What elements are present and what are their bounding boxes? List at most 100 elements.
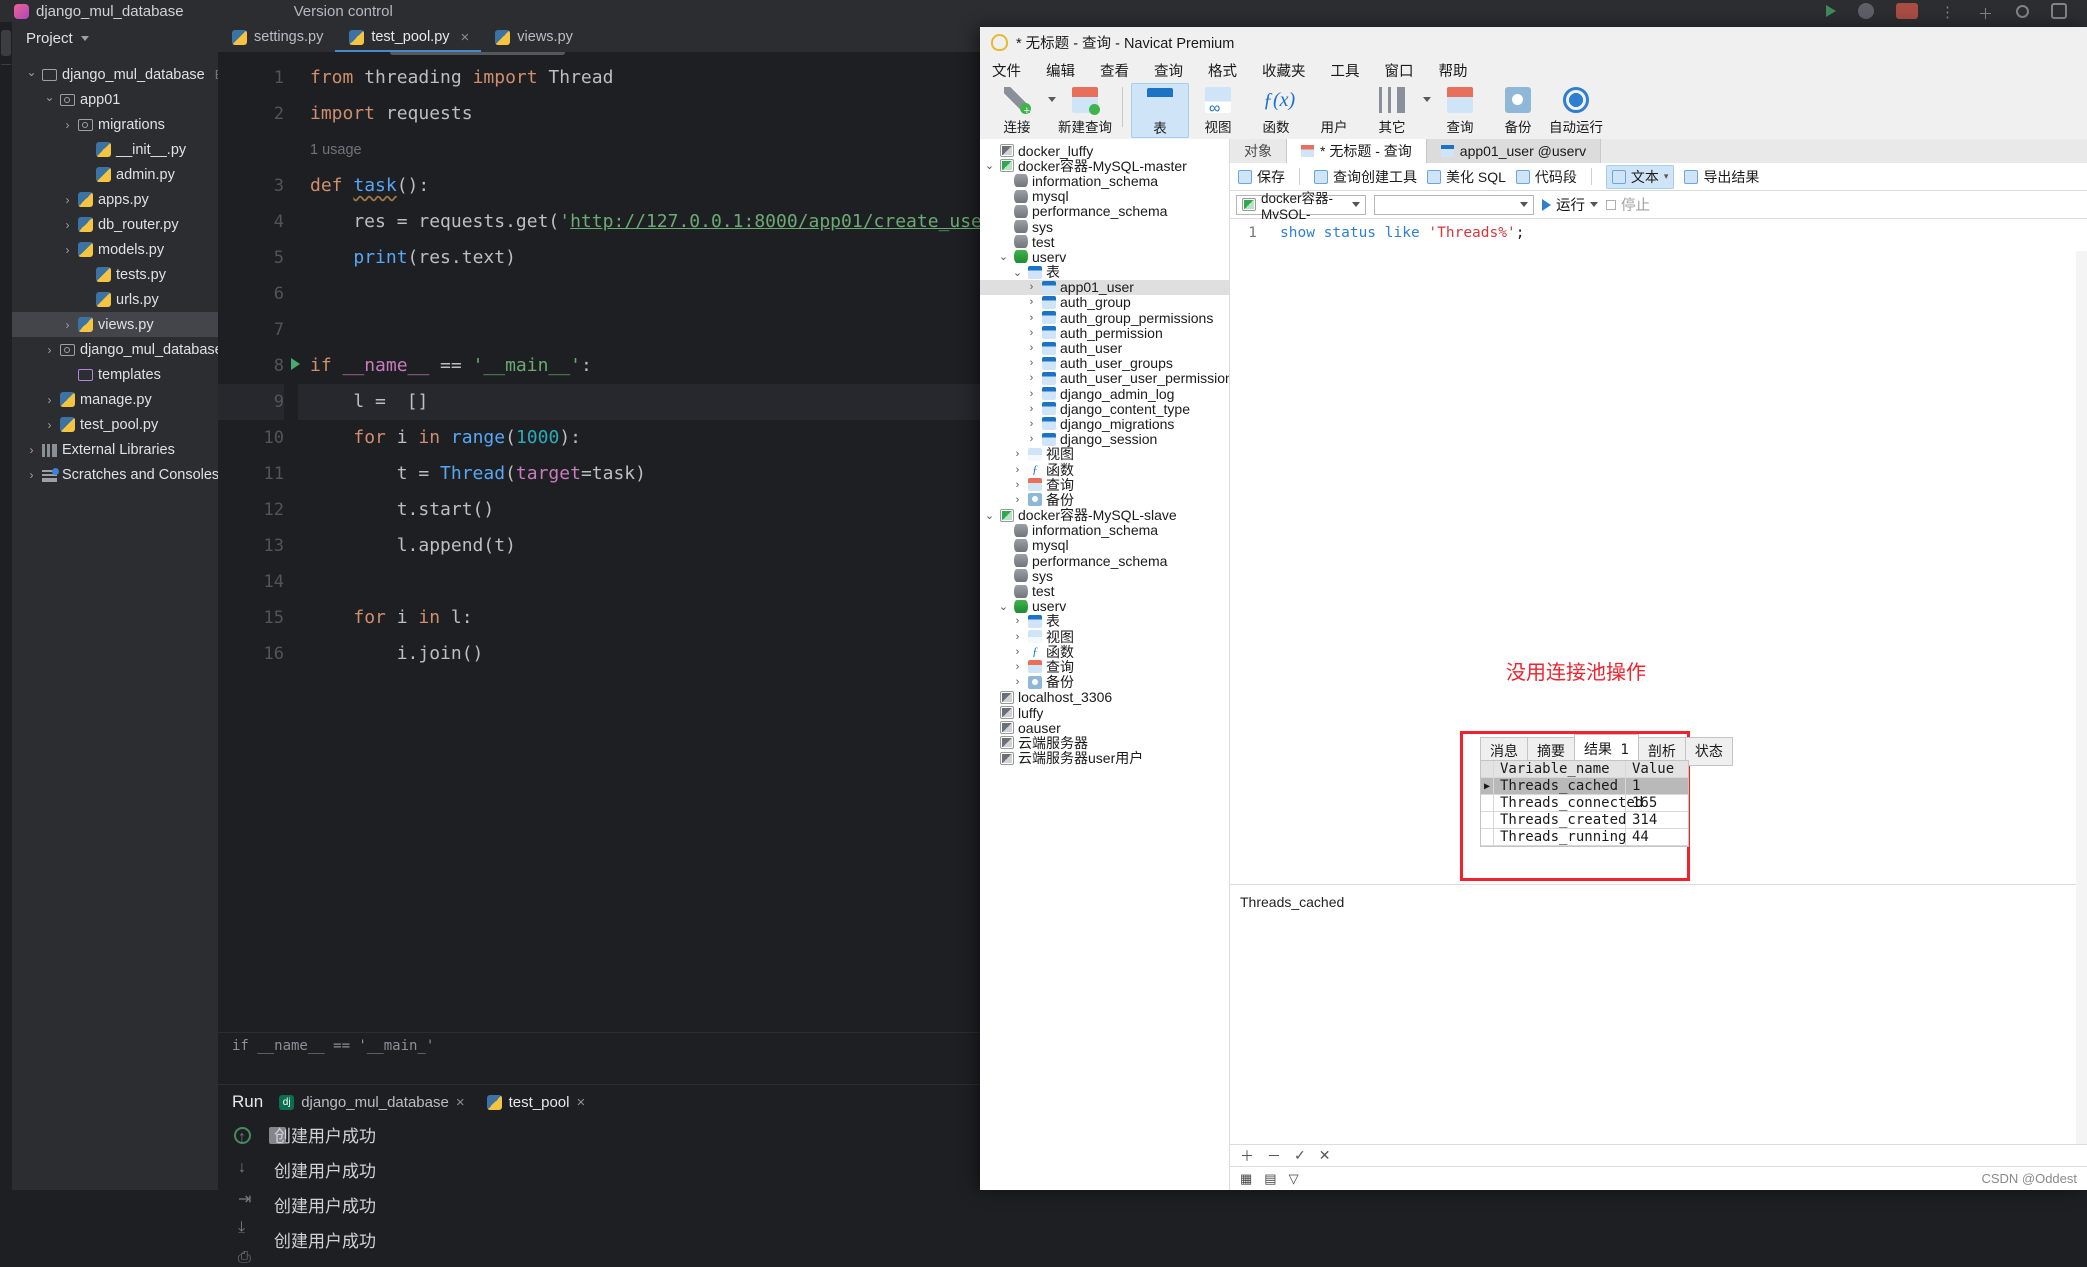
menu-item-收藏夹[interactable]: 收藏夹 bbox=[1262, 60, 1306, 81]
sql-editor[interactable]: 1 show status like 'Threads%'; 没用连接池操作 消… bbox=[1230, 219, 2087, 881]
tree-item-django-mul-database[interactable]: django_mul_databaseE:\ bbox=[12, 62, 231, 87]
db-tree-item-test[interactable]: test bbox=[980, 583, 1229, 599]
tree-toggle-icon[interactable]: › bbox=[1011, 646, 1024, 658]
tree-toggle-icon[interactable]: › bbox=[1011, 631, 1024, 643]
db-tree-item-app01-user[interactable]: › app01_user bbox=[980, 279, 1229, 295]
object-tab-bar[interactable]: 对象 * 无标题 - 查询 app01_user @userv bbox=[1230, 139, 2087, 163]
cell-variable-name[interactable]: Threads_created bbox=[1494, 812, 1626, 828]
db-tree-item-sys[interactable]: sys bbox=[980, 568, 1229, 584]
db-tree-item--[interactable]: › 视图 bbox=[980, 629, 1229, 645]
tree-toggle-icon[interactable] bbox=[62, 243, 73, 257]
db-tree-item-mysql[interactable]: mysql bbox=[980, 188, 1229, 204]
query-toolbar[interactable]: 保存 查询创建工具 美化 SQL 代码段 文本 ▾ 导出结果 bbox=[1230, 163, 2087, 191]
database-select[interactable] bbox=[1374, 194, 1534, 215]
connection-select[interactable]: docker容器-MySQL- bbox=[1236, 191, 1366, 222]
db-tree-item-django-migrations[interactable]: › django_migrations bbox=[980, 416, 1229, 432]
cell-value[interactable]: 44 bbox=[1626, 829, 1688, 845]
run-tab-list[interactable]: dj django_mul_database × test_pool × bbox=[279, 1094, 585, 1111]
stop-icon[interactable] bbox=[1896, 3, 1918, 19]
toolbar-button-表[interactable]: 表 bbox=[1131, 83, 1189, 138]
tree-item-templates[interactable]: templates bbox=[12, 362, 218, 387]
cell-variable-name[interactable]: Threads_connected bbox=[1494, 795, 1643, 811]
tree-toggle-icon[interactable]: › bbox=[1025, 418, 1038, 430]
menu-item-查询[interactable]: 查询 bbox=[1154, 60, 1183, 81]
object-tab--[interactable]: 对象 bbox=[1230, 139, 1287, 163]
tree-toggle-icon[interactable]: › bbox=[1025, 433, 1038, 445]
apply-icon[interactable]: ✓ bbox=[1294, 1147, 1306, 1164]
tree-item-urls-py[interactable]: urls.py bbox=[12, 287, 218, 312]
remove-row-icon[interactable]: － bbox=[1267, 1146, 1281, 1166]
tree-item-external-libraries[interactable]: External Libraries bbox=[12, 437, 218, 462]
db-tree-item--[interactable]: › 表 bbox=[980, 613, 1229, 629]
tree-toggle-icon[interactable] bbox=[62, 118, 73, 132]
toolbar-button-查询[interactable]: 查询 bbox=[1431, 83, 1489, 136]
tree-toggle-icon[interactable]: ⌄ bbox=[983, 509, 996, 522]
tree-toggle-icon[interactable]: › bbox=[1025, 312, 1038, 324]
toolbar-button-连接[interactable]: 连接 bbox=[988, 83, 1046, 136]
run-tab-test_pool[interactable]: test_pool × bbox=[486, 1094, 585, 1111]
object-tab--[interactable]: * 无标题 - 查询 bbox=[1287, 139, 1427, 163]
tree-toggle-icon[interactable] bbox=[44, 343, 55, 357]
navicat-menu-bar[interactable]: 文件 编辑 查看 查询 格式 收藏夹 工具 窗口 帮助 bbox=[980, 57, 2087, 83]
tree-toggle-icon[interactable]: ⌄ bbox=[997, 250, 1010, 263]
db-tree-item-auth-user[interactable]: › auth_user bbox=[980, 340, 1229, 356]
column-header[interactable]: Value bbox=[1626, 761, 1688, 777]
db-tree-item-performance-schema[interactable]: performance_schema bbox=[980, 203, 1229, 219]
db-tree-item-userv[interactable]: ⌄ userv bbox=[980, 249, 1229, 265]
grid-view-icon[interactable]: ▦ bbox=[1240, 1171, 1252, 1187]
chevron-down-icon[interactable] bbox=[1423, 97, 1431, 102]
tree-toggle-icon[interactable]: ⌄ bbox=[1011, 266, 1024, 279]
toolbar-button-备份[interactable]: 备份 bbox=[1489, 83, 1547, 136]
chevron-down-icon[interactable] bbox=[1048, 97, 1056, 102]
db-tree-item-information-schema[interactable]: information_schema bbox=[980, 522, 1229, 538]
tree-toggle-icon[interactable]: › bbox=[1025, 296, 1038, 308]
db-tree-item-sys[interactable]: sys bbox=[980, 219, 1229, 235]
result-tab-状态[interactable]: 状态 bbox=[1684, 737, 1733, 766]
tree-item-models-py[interactable]: models.py bbox=[12, 237, 218, 262]
tree-toggle-icon[interactable]: › bbox=[1011, 448, 1024, 460]
tree-item-migrations[interactable]: migrations bbox=[12, 112, 218, 137]
db-tree-item--[interactable]: › 备份 bbox=[980, 674, 1229, 690]
tree-toggle-icon[interactable] bbox=[26, 443, 37, 457]
toolbar-button-自动运行[interactable]: 自动运行 bbox=[1547, 83, 1605, 136]
column-header[interactable]: Variable_name bbox=[1494, 761, 1626, 777]
menu-item-编辑[interactable]: 编辑 bbox=[1046, 60, 1075, 81]
query-toolbar-保存[interactable]: 保存 bbox=[1238, 167, 1285, 187]
filter-icon[interactable]: ▽ bbox=[1289, 1171, 1299, 1187]
tree-toggle-icon[interactable]: › bbox=[1011, 615, 1024, 627]
close-icon[interactable]: × bbox=[576, 1094, 585, 1111]
toolbar-button-其它[interactable]: 其它 bbox=[1363, 83, 1421, 136]
commit-tool-button[interactable] bbox=[1, 73, 11, 99]
tree-item-admin-py[interactable]: admin.py bbox=[12, 162, 218, 187]
tree-toggle-icon[interactable]: ⌄ bbox=[997, 600, 1010, 613]
toolbar-button-视图[interactable]: 视图 bbox=[1189, 83, 1247, 136]
run-query-button[interactable]: 运行 bbox=[1542, 194, 1598, 215]
tree-toggle-icon[interactable] bbox=[44, 393, 55, 407]
sql-statement[interactable]: show status like 'Threads%'; bbox=[1230, 219, 2087, 241]
tree-toggle-icon[interactable]: › bbox=[1011, 464, 1024, 476]
db-tree-item-auth-user-groups[interactable]: › auth_user_groups bbox=[980, 355, 1229, 371]
tree-item-tests-py[interactable]: tests.py bbox=[12, 262, 218, 287]
vertical-scrollbar[interactable] bbox=[2076, 251, 2087, 1144]
tree-toggle-icon[interactable] bbox=[26, 468, 37, 482]
menu-item-工具[interactable]: 工具 bbox=[1331, 60, 1360, 81]
tree-toggle-icon[interactable]: › bbox=[1011, 494, 1024, 506]
menu-item-窗口[interactable]: 窗口 bbox=[1385, 60, 1414, 81]
project-chip[interactable]: django_mul_database bbox=[14, 3, 184, 20]
tree-toggle-icon[interactable] bbox=[44, 93, 55, 107]
db-tree-item--[interactable]: › 查询 bbox=[980, 477, 1229, 493]
result-grid-row[interactable]: Threads_connected 165 bbox=[1481, 795, 1688, 812]
tree-toggle-icon[interactable] bbox=[26, 68, 37, 82]
cancel-icon[interactable]: ✕ bbox=[1319, 1147, 1331, 1164]
structure-tool-button[interactable] bbox=[1, 107, 11, 133]
form-view-icon[interactable]: ▤ bbox=[1264, 1171, 1276, 1187]
result-grid-row[interactable]: Threads_running 44 bbox=[1481, 829, 1688, 846]
tree-item-app01[interactable]: app01 bbox=[12, 87, 218, 112]
tree-toggle-icon[interactable]: › bbox=[1025, 281, 1038, 293]
cell-value[interactable]: 165 bbox=[1626, 795, 1688, 811]
db-tree-item--[interactable]: › 视图 bbox=[980, 446, 1229, 462]
tree-toggle-icon[interactable] bbox=[62, 218, 73, 232]
tree-toggle-icon[interactable]: › bbox=[1025, 342, 1038, 354]
result-grid-row[interactable]: Threads_created 314 bbox=[1481, 812, 1688, 829]
tree-toggle-icon[interactable]: › bbox=[1011, 479, 1024, 491]
